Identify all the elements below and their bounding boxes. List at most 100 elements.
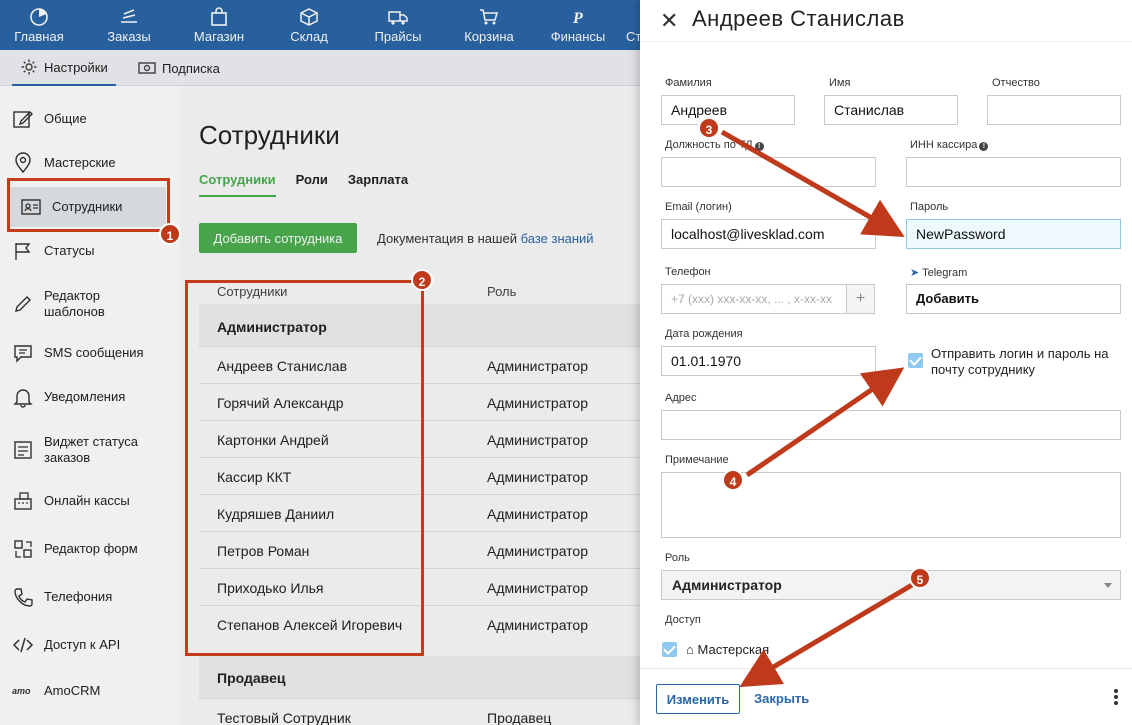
sidebar-item-employees[interactable]: Сотрудники xyxy=(10,187,166,227)
last-name-label: Фамилия xyxy=(665,77,712,89)
cash-register-icon xyxy=(14,492,32,510)
add-phone-button[interactable]: + xyxy=(846,284,875,314)
sidebar-item-api[interactable]: Доступ к API xyxy=(12,634,172,656)
gear-icon xyxy=(21,59,37,75)
role-label: Роль xyxy=(665,552,690,564)
table-row[interactable]: Степанов Алексей Игоревич Администратор xyxy=(199,605,640,642)
table-row[interactable]: Петров Роман Администратор xyxy=(199,531,640,568)
knowledge-base-link[interactable]: базе знаний xyxy=(521,231,594,246)
table-row[interactable]: Приходько Илья Администратор xyxy=(199,568,640,605)
settings-sidebar: Общие Мастерские Сотрудники Статусы Реда… xyxy=(0,86,180,725)
tab-roles[interactable]: Роли xyxy=(296,172,328,197)
orders-icon xyxy=(121,9,137,23)
first-name-label: Имя xyxy=(829,77,851,89)
address-input[interactable] xyxy=(661,410,1121,440)
sidebar-item-form-editor[interactable]: Редактор форм xyxy=(12,538,172,560)
sidebar-item-telephony[interactable]: Телефония xyxy=(12,586,172,608)
dashboard-icon xyxy=(30,8,48,26)
inn-input[interactable] xyxy=(906,157,1121,187)
chevron-down-icon xyxy=(1104,583,1112,588)
table-row[interactable]: Кассир ККТ Администратор xyxy=(199,457,640,494)
sidebar-item-sms[interactable]: SMS сообщения xyxy=(12,342,172,364)
phone-icon xyxy=(14,588,33,607)
add-employee-button[interactable]: Добавить сотрудника xyxy=(199,223,357,253)
sidebar-item-amocrm[interactable]: amo AmoCRM xyxy=(12,680,172,702)
info-icon[interactable]: ! xyxy=(979,142,989,151)
email-input[interactable]: localhost@livesklad.com xyxy=(661,219,876,249)
send-credentials-checkbox[interactable] xyxy=(908,353,923,368)
svg-text:P: P xyxy=(572,10,583,27)
middle-name-input[interactable] xyxy=(987,95,1121,125)
sidebar-item-statuses[interactable]: Статусы xyxy=(12,240,172,262)
tab-subscription[interactable]: Подписка xyxy=(138,50,220,86)
first-name-input[interactable]: Станислав xyxy=(824,95,958,125)
middle-name-label: Отчество xyxy=(992,77,1040,89)
table-row[interactable]: Горячий Александр Администратор xyxy=(199,383,640,420)
address-label: Адрес xyxy=(665,392,697,404)
amocrm-logo-icon: amo xyxy=(12,686,31,696)
nav-more[interactable]: Ст xyxy=(626,0,640,50)
tab-employees[interactable]: Сотрудники xyxy=(199,172,276,197)
sidebar-item-notifications[interactable]: Уведомления xyxy=(12,386,172,408)
nav-shop[interactable]: Магазин xyxy=(190,0,248,50)
ruble-icon: P xyxy=(572,10,583,27)
phone-label: Телефон xyxy=(665,266,711,278)
employee-edit-panel: ✕ Андреев Станислав Фамилия Имя Отчество… xyxy=(640,0,1132,725)
table-row[interactable]: Тестовый Сотрудник Продавец xyxy=(199,698,640,725)
role-select[interactable]: Администратор xyxy=(661,570,1121,600)
chat-icon xyxy=(14,345,32,363)
password-input[interactable]: NewPassword xyxy=(906,219,1121,249)
banknote-icon xyxy=(138,62,156,74)
position-input[interactable] xyxy=(661,157,876,187)
page-title: Сотрудники xyxy=(199,120,340,150)
nav-cart[interactable]: Корзина xyxy=(460,0,518,50)
sidebar-item-online-kassa[interactable]: Онлайн кассы xyxy=(12,490,172,512)
id-card-icon xyxy=(21,199,41,215)
nav-orders[interactable]: Заказы xyxy=(103,0,155,50)
access-label: Доступ xyxy=(665,614,701,626)
location-pin-icon xyxy=(15,152,31,174)
employees-page: Сотрудники Сотрудники Роли Зарплата Доба… xyxy=(180,86,640,725)
box-icon xyxy=(300,8,318,26)
tab-salary[interactable]: Зарплата xyxy=(348,172,408,197)
sidebar-item-general[interactable]: Общие xyxy=(12,108,172,130)
note-label: Примечание xyxy=(665,454,729,466)
bell-icon xyxy=(13,389,33,408)
home-icon: ⌂ xyxy=(686,642,694,657)
inn-label: ИНН кассира! xyxy=(910,139,989,151)
birth-date-input[interactable]: 01.01.1970 xyxy=(661,346,876,376)
nav-main[interactable]: Главная xyxy=(12,0,66,50)
more-options-icon[interactable] xyxy=(1114,689,1118,707)
employee-tabs: Сотрудники Роли Зарплата xyxy=(199,172,428,197)
pencil-icon xyxy=(15,296,31,312)
telegram-add-field[interactable]: Добавить xyxy=(906,284,1121,314)
truck-icon xyxy=(388,11,408,25)
sidebar-item-workshops[interactable]: Мастерские xyxy=(12,152,172,174)
table-row[interactable]: Кудряшев Даниил Администратор xyxy=(199,494,640,531)
widget-icon xyxy=(14,441,32,459)
svg-text:amo: amo xyxy=(12,686,31,696)
edit-icon xyxy=(13,111,33,128)
nav-prices[interactable]: Прайсы xyxy=(370,0,426,50)
telegram-icon: ➤ xyxy=(910,267,920,279)
table-row[interactable]: Картонки Андрей Администратор xyxy=(199,420,640,457)
last-name-input[interactable]: Андреев xyxy=(661,95,795,125)
workshop-access-checkbox[interactable] xyxy=(662,642,677,657)
phone-input[interactable]: +7 (xxx) xxx-xx-xx, ... , x-xx-xx xyxy=(661,284,847,314)
sidebar-item-template-editor[interactable]: Редактор шаблонов xyxy=(12,288,172,320)
table-row[interactable]: Андреев Станислав Администратор xyxy=(199,346,640,383)
panel-footer: Изменить Закрыть xyxy=(640,668,1132,725)
sidebar-item-status-widget[interactable]: Виджет статуса заказов xyxy=(12,434,172,466)
column-header-role: Роль xyxy=(487,284,517,299)
nav-warehouse[interactable]: Склад xyxy=(287,0,331,50)
note-textarea[interactable] xyxy=(661,472,1121,538)
tab-settings[interactable]: Настройки xyxy=(12,50,116,86)
edit-button[interactable]: Изменить xyxy=(656,684,740,714)
group-header: Продавец xyxy=(217,670,286,686)
workshop-access-label: ⌂ Мастерская xyxy=(686,642,770,657)
form-editor-icon xyxy=(14,540,32,558)
nav-finance[interactable]: P Финансы xyxy=(548,0,608,50)
close-button[interactable]: Закрыть xyxy=(754,691,809,706)
info-icon[interactable]: ! xyxy=(754,142,764,151)
close-icon[interactable]: ✕ xyxy=(660,8,678,34)
